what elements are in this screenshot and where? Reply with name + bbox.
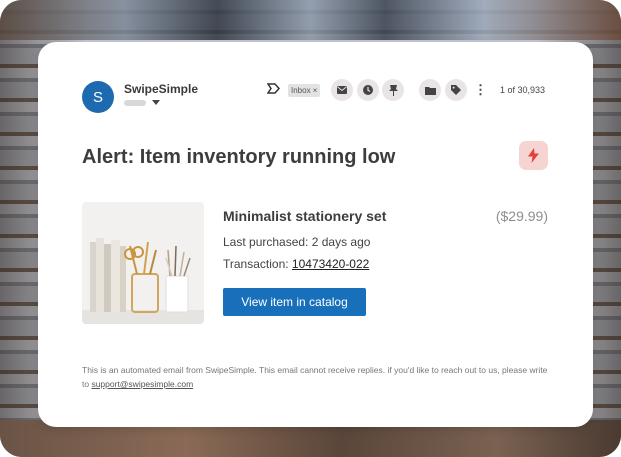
clock-icon[interactable] bbox=[357, 79, 379, 101]
mail-icon[interactable] bbox=[331, 79, 353, 101]
product-name: Minimalist stationery set bbox=[223, 208, 387, 224]
transaction-link[interactable]: 10473420-022 bbox=[292, 257, 369, 271]
transaction-label: Transaction: bbox=[223, 257, 292, 271]
chevron-down-icon[interactable] bbox=[152, 100, 160, 105]
support-email-link[interactable]: support@swipesimple.com bbox=[91, 379, 193, 389]
last-purchased: Last purchased: 2 days ago bbox=[223, 235, 371, 249]
tag-icon[interactable] bbox=[445, 79, 467, 101]
product-price: ($29.99) bbox=[495, 208, 548, 224]
sender-avatar: S bbox=[82, 81, 114, 113]
footer-text: This is an automated email from SwipeSim… bbox=[82, 363, 552, 391]
pin-icon[interactable] bbox=[382, 79, 404, 101]
transaction-line: Transaction: 10473420-022 bbox=[223, 257, 369, 271]
email-subject: Alert: Item inventory running low bbox=[82, 146, 396, 168]
background-shelf-top bbox=[0, 0, 621, 40]
label-icon[interactable] bbox=[266, 83, 281, 97]
product-image bbox=[82, 202, 204, 324]
view-item-button[interactable]: View item in catalog bbox=[223, 288, 366, 316]
sender-address-redacted bbox=[124, 100, 146, 106]
more-vert-icon[interactable]: ⋮ bbox=[474, 82, 487, 98]
folder-icon[interactable] bbox=[419, 79, 441, 101]
flash-icon bbox=[519, 141, 548, 170]
email-card: S SwipeSimple Inbox × ⋮ 1 of 30,933 Aler… bbox=[38, 42, 593, 427]
inbox-chip[interactable]: Inbox × bbox=[288, 84, 321, 97]
message-counter: 1 of 30,933 bbox=[500, 85, 546, 95]
sender-name: SwipeSimple bbox=[124, 82, 199, 96]
